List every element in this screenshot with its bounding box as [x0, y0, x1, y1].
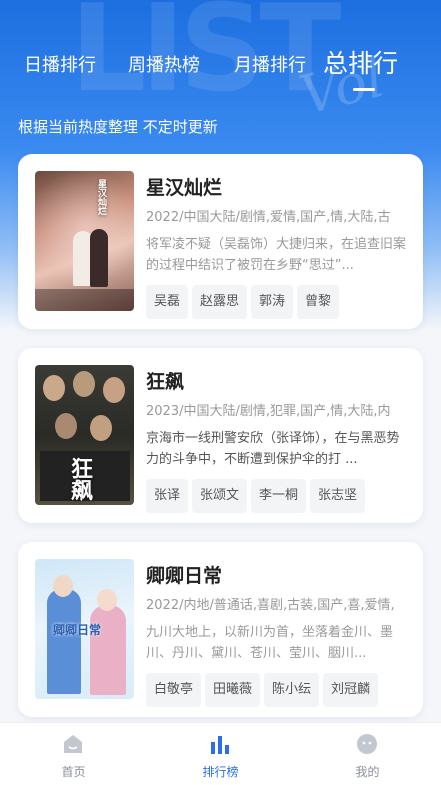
cast-tag[interactable]: 刘冠麟 — [323, 673, 379, 707]
profile-face-icon — [357, 734, 377, 754]
item-title: 星汉灿烂 — [146, 177, 223, 199]
cast-tag[interactable]: 郭涛 — [251, 285, 294, 319]
bar-chart-icon — [211, 736, 229, 754]
active-tab-indicator — [353, 88, 375, 91]
cast-tag[interactable]: 张颂文 — [192, 479, 248, 513]
tab-monthly[interactable]: 月播排行 — [234, 51, 306, 77]
cast-tag[interactable]: 吴磊 — [146, 285, 189, 319]
nav-ranking[interactable]: 排行榜 — [147, 723, 294, 785]
poster-image: 卿卿日常 — [35, 559, 134, 699]
list-item[interactable]: 星汉灿烂 星汉灿烂 2022/中国大陆/剧情,爱情,国产,情,大陆,古 将军凌不… — [18, 154, 423, 329]
item-description: 京海市一线刑警安欣（张译饰），在与黑恶势力的斗争中，不断遭到保护伞的打 ... — [146, 431, 400, 467]
bottom-nav: 首页 排行榜 我的 — [0, 722, 441, 785]
item-description: 将军凌不疑（吴磊饰）大捷归来，在追查旧案的过程中结识了被罚在乡野“思过”... — [146, 237, 406, 273]
item-meta: 2022/中国大陆/剧情,爱情,国产,情,大陆,古 — [146, 210, 391, 225]
poster-image: 星汉灿烂 — [35, 171, 134, 311]
tab-weekly[interactable]: 周播热榜 — [128, 51, 200, 77]
cast-tag[interactable]: 赵露思 — [192, 285, 248, 319]
tab-overall[interactable]: 总排行 — [323, 44, 398, 80]
item-description: 九川大地上，以新川为首，坐落着金川、墨川、丹川、黛川、苍川、莹川、胭川... — [146, 625, 394, 661]
nav-ranking-label: 排行榜 — [202, 765, 239, 779]
cast-tag[interactable]: 白敬亭 — [146, 673, 202, 707]
cast-tag[interactable]: 陈小纭 — [264, 673, 320, 707]
cast-list: 张译 张颂文 李一桐 张志坚 — [146, 479, 406, 513]
item-title: 狂飙 — [146, 371, 185, 393]
page-subtitle: 根据当前热度整理 不定时更新 — [18, 118, 218, 136]
poster-image: 狂飙 — [35, 365, 134, 505]
nav-profile-label: 我的 — [355, 765, 380, 779]
cast-tag[interactable]: 张译 — [146, 479, 189, 513]
item-title: 卿卿日常 — [146, 565, 223, 587]
item-meta: 2022/内地/普通话,喜剧,古装,国产,喜,爱情, — [146, 598, 395, 613]
cast-list: 吴磊 赵露思 郭涛 曾黎 — [146, 285, 406, 319]
cast-tag[interactable]: 曾黎 — [297, 285, 340, 319]
nav-home[interactable]: 首页 — [0, 723, 147, 785]
tab-daily[interactable]: 日播排行 — [24, 51, 96, 77]
ranking-tabs: 日播排行 周播热榜 月播排行 总排行 — [0, 40, 441, 100]
cast-tag[interactable]: 李一桐 — [251, 479, 307, 513]
item-meta: 2023/中国大陆/剧情,犯罪,国产,情,大陆,内 — [146, 404, 391, 419]
nav-profile[interactable]: 我的 — [294, 723, 441, 785]
cast-tag[interactable]: 张志坚 — [310, 479, 366, 513]
nav-home-label: 首页 — [61, 765, 86, 779]
cast-tag[interactable]: 田曦薇 — [205, 673, 261, 707]
list-item[interactable]: 狂飙 狂飙 2023/中国大陆/剧情,犯罪,国产,情,大陆,内 京海市一线刑警安… — [18, 348, 423, 523]
home-icon — [64, 735, 82, 753]
list-item[interactable]: 卿卿日常 卿卿日常 2022/内地/普通话,喜剧,古装,国产,喜,爱情, 九川大… — [18, 542, 423, 717]
cast-list: 白敬亭 田曦薇 陈小纭 刘冠麟 — [146, 673, 406, 707]
